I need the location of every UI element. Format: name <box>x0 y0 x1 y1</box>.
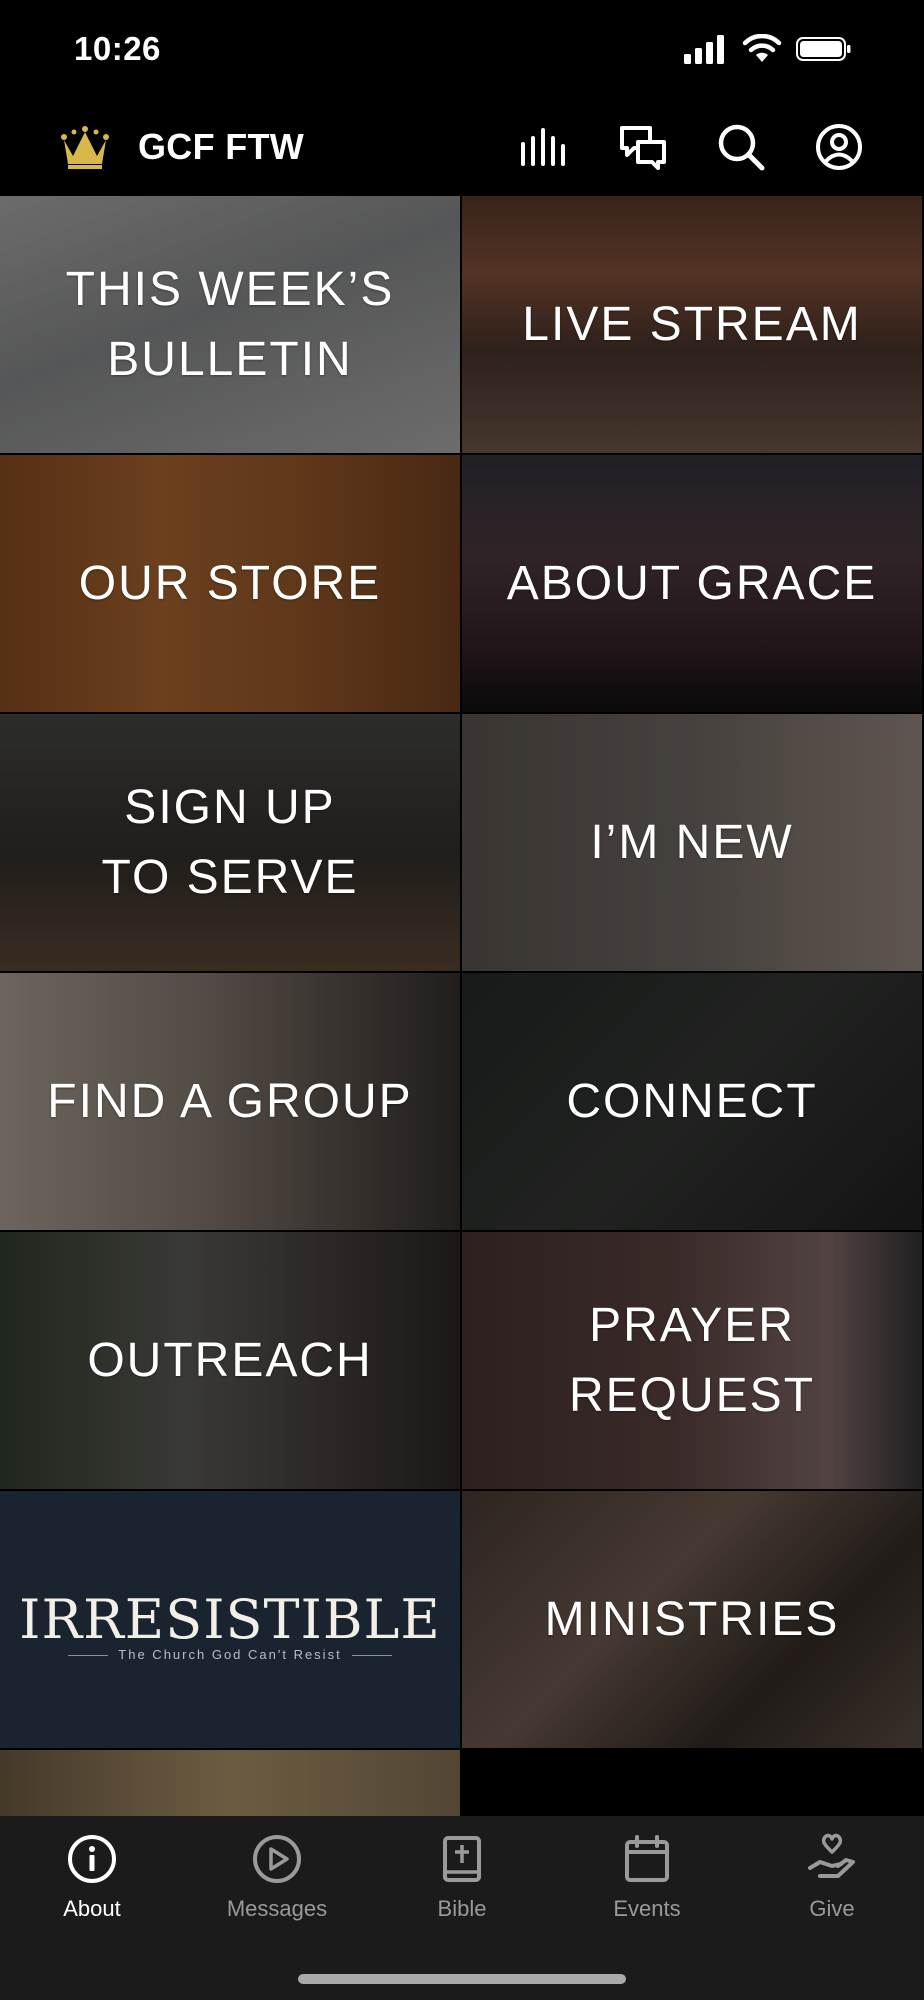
play-icon <box>253 1835 301 1883</box>
tile-outreach[interactable]: OUTREACH <box>0 1232 460 1489</box>
tile-shade <box>0 1750 460 1816</box>
bible-icon <box>443 1836 481 1882</box>
status-icons <box>684 34 924 68</box>
chat-button[interactable] <box>618 122 668 172</box>
tile-bulletin[interactable]: THIS WEEK’S BULLETIN <box>0 196 460 453</box>
tile-label: ABOUT GRACE <box>506 556 878 610</box>
tile-label: OUR STORE <box>78 556 382 610</box>
status-time: 10:26 <box>74 30 161 67</box>
tile-find-a-group[interactable]: FIND A GROUP <box>0 973 460 1230</box>
app-title: GCF FTW <box>138 126 305 167</box>
divider <box>351 1655 392 1657</box>
irresistible-subtitle-row: The Church God Can't Resist <box>0 1647 460 1662</box>
tile-label: MINISTRIES <box>544 1592 840 1646</box>
search-button[interactable] <box>716 122 766 172</box>
tab-events[interactable]: Events <box>555 1832 739 1942</box>
tile-irresistible[interactable]: IRRESISTIBLE The Church God Can't Resist <box>0 1491 460 1748</box>
tab-give[interactable]: Give <box>740 1832 924 1942</box>
tile-about-grace[interactable]: ABOUT GRACE <box>462 455 922 712</box>
search-icon <box>718 124 765 171</box>
tile-label: THIS WEEK’S BULLETIN <box>65 262 395 386</box>
app-header: GCF FTW <box>0 100 924 196</box>
tab-bible[interactable]: Bible <box>370 1832 554 1942</box>
tile-label: OUTREACH <box>87 1333 373 1387</box>
tile-prayer-request[interactable]: PRAYER REQUEST <box>462 1232 922 1489</box>
tile-label: LIVE STREAM <box>522 297 862 351</box>
tab-label: Events <box>613 1896 681 1921</box>
divider <box>68 1655 109 1657</box>
tile-label: PRAYER REQUEST <box>568 1298 816 1422</box>
tile-grid: THIS WEEK’S BULLETIN LIVE STREAM OUR STO… <box>0 196 924 1816</box>
profile-icon <box>816 124 862 170</box>
tab-label: Give <box>809 1896 855 1921</box>
audio-bars-button[interactable] <box>518 122 568 172</box>
tab-messages[interactable]: Messages <box>185 1832 369 1942</box>
irresistible-subtitle: The Church God Can't Resist <box>118 1647 342 1662</box>
home-indicator <box>298 1974 626 1984</box>
tile-im-new[interactable]: I’M NEW <box>462 714 922 971</box>
tab-label: Messages <box>226 1896 328 1921</box>
signal-icon <box>684 35 724 64</box>
tab-label: Bible <box>437 1896 487 1921</box>
tile-sign-up-to-serve[interactable]: SIGN UP TO SERVE <box>0 714 460 971</box>
chat-icon <box>620 126 666 170</box>
tile-label: SIGN UP TO SERVE <box>101 780 359 904</box>
tile-our-store[interactable]: OUR STORE <box>0 455 460 712</box>
crown-logo-icon <box>61 126 109 169</box>
tile-connect[interactable]: CONNECT <box>462 973 922 1230</box>
calendar-icon <box>625 1835 669 1882</box>
wifi-icon <box>742 34 782 62</box>
status-bar: 10:26 <box>0 0 924 100</box>
tile-empty <box>462 1750 922 1816</box>
tile-partial[interactable] <box>0 1750 460 1816</box>
tile-label: FIND A GROUP <box>47 1074 413 1128</box>
tile-label: I’M NEW <box>590 815 794 869</box>
irresistible-title: IRRESISTIBLE <box>19 1588 441 1651</box>
tab-bar: About Messages Bible Events Give <box>0 1816 924 2000</box>
tile-label: CONNECT <box>566 1074 818 1128</box>
tab-label: About <box>63 1896 121 1921</box>
give-icon <box>808 1833 855 1878</box>
tile-live-stream[interactable]: LIVE STREAM <box>462 196 922 453</box>
profile-button[interactable] <box>814 122 864 172</box>
info-icon <box>68 1835 116 1883</box>
tile-ministries[interactable]: MINISTRIES <box>462 1491 922 1748</box>
audio-bars-icon <box>521 128 565 166</box>
battery-icon <box>796 37 851 61</box>
tab-about[interactable]: About <box>0 1832 184 1942</box>
